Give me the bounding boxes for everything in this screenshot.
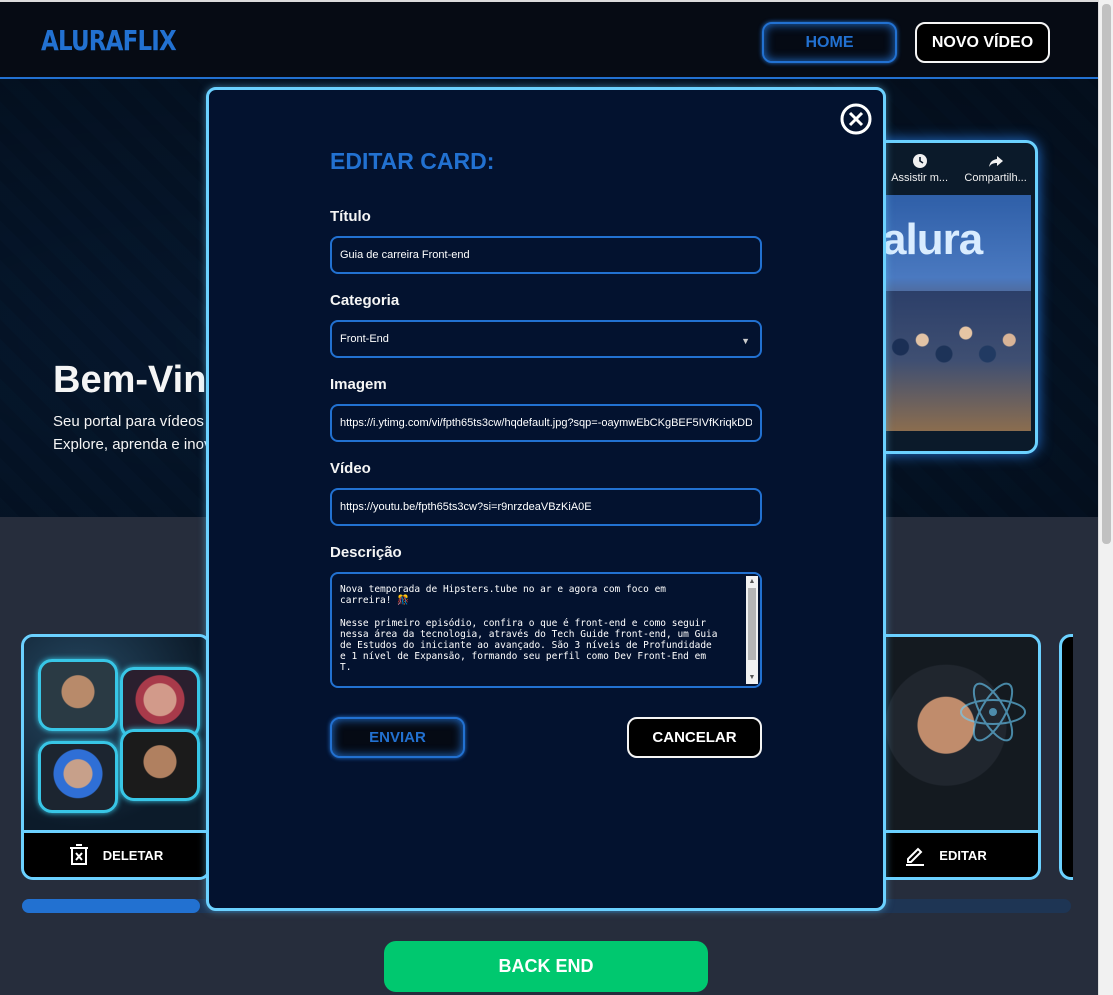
trash-icon	[69, 844, 88, 865]
thumbnail-crowd	[886, 291, 1031, 431]
description-label: Descrição	[330, 544, 402, 561]
header: ALURAFLIX HOME NOVO VÍDEO	[0, 0, 1098, 79]
edit-card-modal: EDITAR CARD: Título Categoria Front-End …	[206, 87, 886, 911]
react-logo-icon	[960, 682, 1026, 742]
title-label: Título	[330, 208, 371, 225]
banner-subtitle: Seu portal para vídeos Explore, aprenda …	[53, 410, 213, 456]
close-icon[interactable]	[839, 102, 873, 136]
thumbnail-person	[38, 659, 118, 731]
pencil-icon	[906, 847, 925, 866]
title-input[interactable]	[330, 236, 762, 274]
watch-later-action[interactable]: Assistir m...	[891, 153, 948, 184]
video-thumbnail: alura	[882, 195, 1031, 431]
video-card[interactable]: DELETAR	[21, 634, 211, 880]
thumbnail-logo-text: alura	[882, 215, 983, 264]
delete-label: DELETAR	[102, 847, 164, 863]
video-label: Vídeo	[330, 460, 371, 477]
description-text: Nova temporada de Hipsters.tube no ar e …	[340, 584, 718, 674]
scroll-down-arrow-icon[interactable]: ▼	[746, 672, 758, 684]
cancel-button[interactable]: CANCELAR	[627, 717, 762, 758]
video-actions: Assistir m... Compartilh...	[883, 153, 1035, 184]
thumbnail-person	[38, 741, 118, 813]
video-url-input[interactable]	[330, 488, 762, 526]
logo[interactable]: ALURAFLIX	[41, 24, 177, 57]
scroll-up-arrow-icon[interactable]: ▲	[746, 576, 758, 588]
image-url-input[interactable]	[330, 404, 762, 442]
home-button[interactable]: HOME	[762, 22, 897, 63]
category-select-value: Front-End	[340, 333, 389, 345]
chevron-down-icon: ▼	[741, 336, 750, 346]
page-scrollbar-thumb[interactable]	[1102, 4, 1111, 544]
share-action[interactable]: Compartilh...	[964, 153, 1027, 184]
banner-subtitle-line-2: Explore, aprenda e inove	[53, 436, 213, 453]
textarea-scrollbar-thumb[interactable]	[748, 588, 756, 660]
share-label: Compartilh...	[964, 172, 1027, 184]
share-icon	[988, 156, 1003, 167]
video-card-thumbnail[interactable]	[24, 637, 208, 833]
page-scrollbar[interactable]	[1098, 0, 1113, 995]
carousel-scrollbar-thumb[interactable]	[22, 899, 201, 913]
app-viewport: ALURAFLIX HOME NOVO VÍDEO Bem-Vindo Seu …	[0, 0, 1098, 995]
banner-subtitle-line-1: Seu portal para vídeos	[53, 413, 204, 430]
textarea-scrollbar[interactable]: ▲ ▼	[746, 576, 758, 684]
category-label: Categoria	[330, 292, 400, 309]
submit-button[interactable]: ENVIAR	[330, 717, 465, 758]
category-title: BACK END	[384, 941, 708, 992]
watch-later-label: Assistir m...	[891, 172, 949, 184]
modal-title: EDITAR CARD:	[330, 148, 495, 174]
video-card-partial[interactable]	[1059, 634, 1073, 880]
new-video-button[interactable]: NOVO VÍDEO	[915, 22, 1050, 63]
delete-button[interactable]: DELETAR	[24, 830, 208, 877]
edit-label: EDITAR	[939, 847, 987, 863]
thumbnail-person	[120, 729, 200, 801]
image-label: Imagem	[330, 376, 387, 393]
description-textarea[interactable]: Nova temporada de Hipsters.tube no ar e …	[330, 572, 762, 688]
clock-icon	[912, 154, 927, 168]
category-select[interactable]: Front-End ▼	[330, 320, 762, 358]
